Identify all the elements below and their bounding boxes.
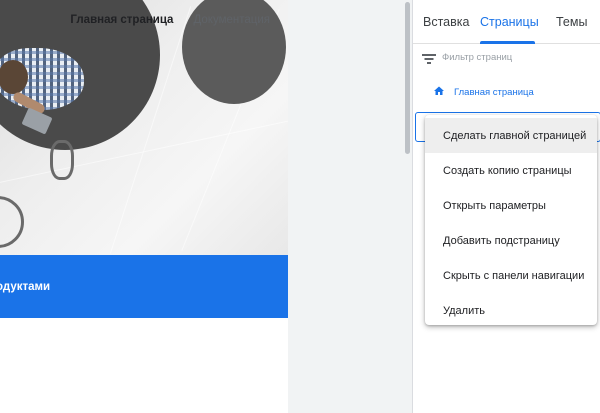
page-item-home[interactable]: Главная страница <box>413 84 600 102</box>
page-context-menu: Сделать главной страницей Создать копию … <box>425 115 597 325</box>
page-filter <box>413 50 600 70</box>
home-icon <box>434 86 444 95</box>
site-preview-canvas[interactable]: Главная страница Документация одуктами <box>0 0 288 413</box>
canvas-scrollbar-thumb[interactable] <box>405 2 410 154</box>
active-tab-indicator <box>480 41 535 44</box>
site-nav-docs[interactable]: Документация <box>193 14 270 26</box>
page-item-home-label: Главная страница <box>454 87 534 98</box>
menu-item-add-subpage[interactable]: Добавить подстраницу <box>425 223 597 258</box>
hero-image <box>0 0 288 255</box>
banner-section[interactable]: одуктами <box>0 255 288 318</box>
chair <box>0 196 24 248</box>
tab-pages[interactable]: Страницы <box>480 15 539 29</box>
filter-icon <box>422 53 436 65</box>
page-filter-input[interactable] <box>442 52 592 63</box>
menu-item-set-home[interactable]: Сделать главной страницей <box>425 118 597 153</box>
banner-text: одуктами <box>0 280 51 293</box>
site-navigation: Главная страница Документация <box>70 14 270 26</box>
menu-item-properties[interactable]: Открыть параметры <box>425 188 597 223</box>
menu-item-hide-from-nav[interactable]: Скрыть с панели навигации <box>425 258 597 293</box>
tab-themes[interactable]: Темы <box>556 15 587 29</box>
chair <box>50 140 74 180</box>
panel-tabs: Вставка Страницы Темы <box>413 0 600 44</box>
menu-item-delete[interactable]: Удалить <box>425 293 597 328</box>
site-nav-home[interactable]: Главная страница <box>70 14 173 26</box>
menu-item-duplicate[interactable]: Создать копию страницы <box>425 153 597 188</box>
tab-insert[interactable]: Вставка <box>423 15 469 29</box>
